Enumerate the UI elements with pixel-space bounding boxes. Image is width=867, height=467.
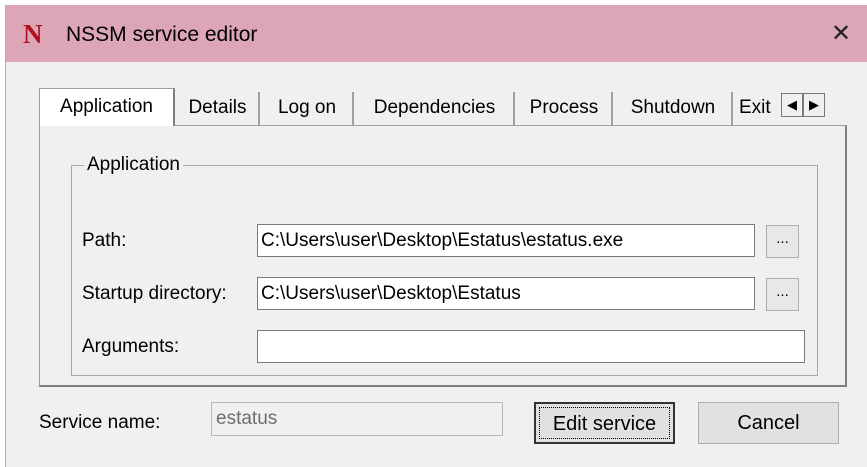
tab-exit[interactable]: Exit (735, 92, 779, 125)
path-input[interactable]: C:\Users\user\Desktop\Estatus\estatus.ex… (257, 224, 755, 257)
service-name-label: Service name: (39, 412, 161, 433)
tab-log-on[interactable]: Log on (262, 92, 354, 125)
arguments-input[interactable] (257, 330, 805, 363)
tab-scroll-left-icon[interactable]: ◀ (781, 93, 803, 117)
arguments-label: Arguments: (82, 336, 180, 357)
startup-directory-input[interactable]: C:\Users\user\Desktop\Estatus (257, 277, 755, 310)
startup-directory-browse-button[interactable]: ... (766, 278, 799, 311)
path-browse-button[interactable]: ... (766, 225, 799, 258)
window-title: NSSM service editor (66, 23, 258, 46)
groupbox-title: Application (84, 154, 183, 176)
tab-application[interactable]: Application (39, 88, 175, 126)
nssm-dialog-window: N NSSM service editor ✕ Application Deta… (5, 5, 867, 467)
service-name-input: estatus (211, 402, 503, 436)
edit-service-button-label: Edit service (539, 407, 670, 439)
tab-strip: Application Details Log on Dependencies … (39, 88, 847, 126)
application-tab-panel: Application Path: C:\Users\user\Desktop\… (39, 125, 847, 387)
nssm-logo-icon: N (23, 19, 43, 49)
tab-scroll-right-icon[interactable]: ▶ (803, 93, 825, 117)
title-bar[interactable]: N NSSM service editor ✕ (6, 5, 867, 62)
close-icon[interactable]: ✕ (824, 19, 858, 49)
tab-process[interactable]: Process (517, 92, 613, 125)
application-groupbox: Application Path: C:\Users\user\Desktop\… (71, 154, 818, 376)
path-label: Path: (82, 230, 127, 251)
tab-shutdown[interactable]: Shutdown (615, 92, 733, 125)
startup-directory-label: Startup directory: (82, 283, 227, 304)
cancel-button[interactable]: Cancel (698, 402, 839, 444)
tab-dependencies[interactable]: Dependencies (356, 92, 515, 125)
edit-service-button[interactable]: Edit service (534, 402, 675, 444)
tab-details[interactable]: Details (177, 92, 260, 125)
